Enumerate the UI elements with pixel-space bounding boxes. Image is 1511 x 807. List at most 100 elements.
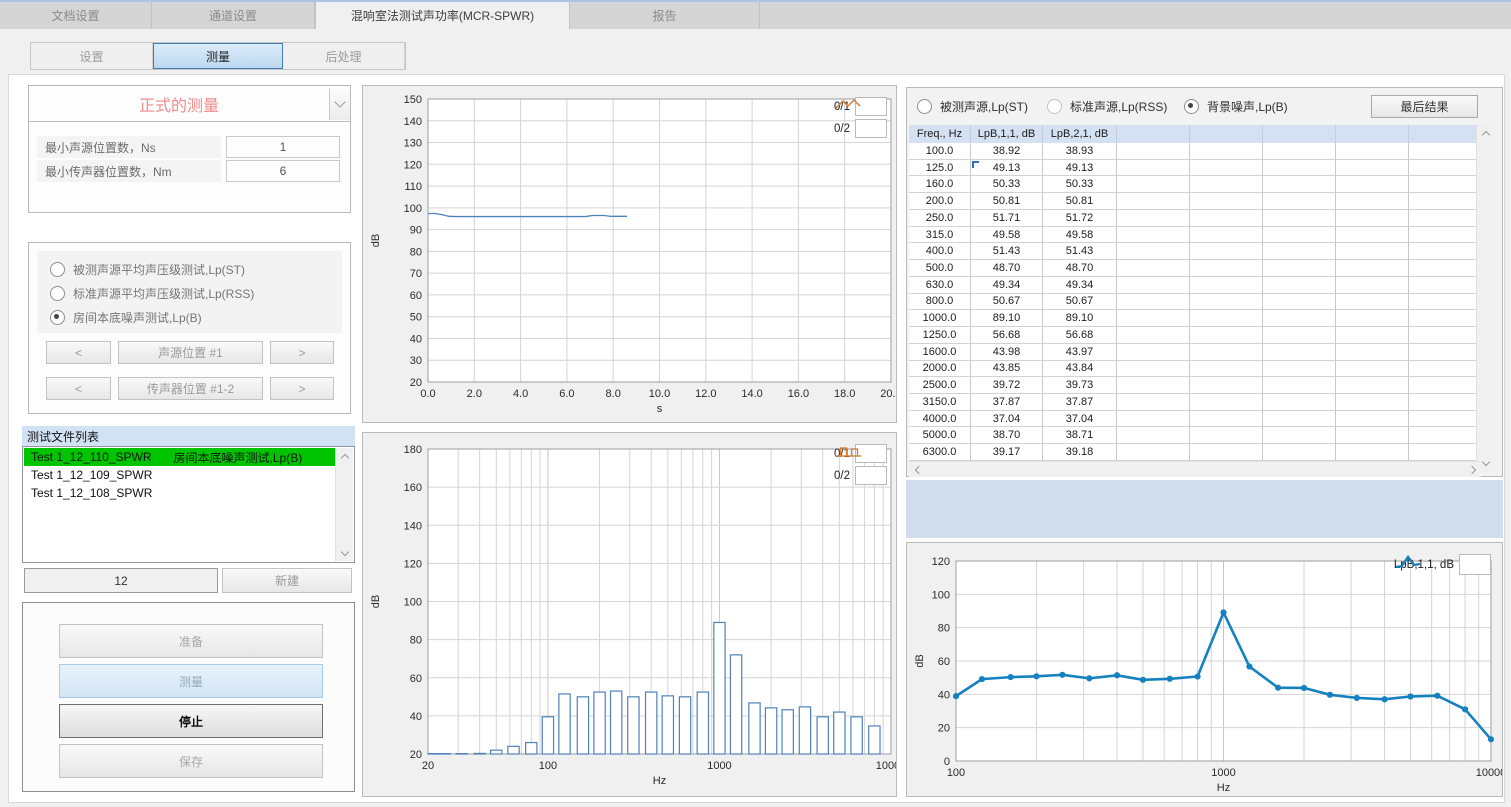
svg-text:s: s (657, 403, 663, 415)
stop-button[interactable]: 停止 (59, 704, 323, 738)
table-cell: 49.13 (1043, 160, 1117, 177)
param-ns-value[interactable]: 1 (226, 136, 340, 158)
table-row[interactable]: 315.049.5849.58 (909, 227, 1481, 244)
test-count-button[interactable]: 12 (24, 568, 218, 593)
radio-lp-st[interactable]: 被测声源平均声压级测试,Lp(ST) (50, 261, 245, 278)
table-cell (1409, 327, 1481, 344)
subtab-measure[interactable]: 测量 (153, 43, 283, 69)
table-cell (1263, 210, 1336, 227)
svg-text:80: 80 (938, 623, 950, 635)
file-list-item[interactable]: Test 1_12_108_SPWR (24, 484, 336, 502)
param-nm-value[interactable]: 6 (226, 160, 340, 182)
table-hscrollbar[interactable] (909, 461, 1481, 477)
column-header (1117, 125, 1190, 143)
radio-icon (50, 310, 65, 325)
mic-position-button[interactable]: 传声器位置 #1-2 (118, 377, 263, 400)
table-cell: 38.92 (971, 143, 1043, 160)
table-cell: 5000.0 (909, 427, 971, 444)
legend-entry: 0/2 (834, 119, 887, 138)
table-row[interactable]: 3150.037.8737.87 (909, 394, 1481, 411)
last-result-button[interactable]: 最后结果 (1371, 95, 1478, 118)
file-list-item[interactable]: Test 1_12_110_SPWR房间本底噪声测试,Lp(B) (24, 448, 336, 466)
source-next-button[interactable]: > (270, 341, 334, 364)
table-cell: 38.93 (1043, 143, 1117, 160)
table-cell (1117, 243, 1190, 260)
radio-background-lp-b[interactable]: 背景噪声,Lp(B) (1184, 98, 1288, 115)
chevron-up-icon (340, 453, 348, 461)
scroll-down-button[interactable] (336, 545, 353, 561)
table-row[interactable]: 1600.043.9843.97 (909, 344, 1481, 361)
svg-text:180: 180 (404, 444, 422, 456)
table-cell (1190, 227, 1263, 244)
table-row[interactable]: 800.050.6750.67 (909, 294, 1481, 311)
radio-lp-b[interactable]: 房间本底噪声测试,Lp(B) (50, 309, 202, 326)
subtab-setup[interactable]: 设置 (31, 43, 153, 69)
new-test-button[interactable]: 新建 (222, 568, 352, 593)
table-row[interactable]: 2500.039.7239.73 (909, 377, 1481, 394)
svg-text:60: 60 (410, 290, 422, 302)
save-button[interactable]: 保存 (59, 744, 323, 778)
tab-report[interactable]: 报告 (570, 2, 760, 29)
svg-text:100: 100 (932, 589, 950, 601)
tab-mcr-spwr[interactable]: 混响室法测试声功率(MCR-SPWR) (315, 2, 570, 29)
table-row[interactable]: 250.051.7151.72 (909, 210, 1481, 227)
file-list-item[interactable]: Test 1_12_109_SPWR (24, 466, 336, 484)
measure-mode-select[interactable]: 正式的测量 (28, 85, 351, 122)
table-cell: 49.58 (1043, 227, 1117, 244)
table-row[interactable]: 1250.056.6856.68 (909, 327, 1481, 344)
scroll-up-button[interactable] (1477, 125, 1494, 141)
measure-button[interactable]: 测量 (59, 664, 323, 698)
scroll-up-button[interactable] (336, 448, 353, 464)
table-cell: 6300.0 (909, 444, 971, 461)
table-cell (1190, 260, 1263, 277)
subtab-postprocess[interactable]: 后处理 (283, 43, 405, 69)
prepare-button[interactable]: 准备 (59, 624, 323, 658)
chevron-right-icon (1467, 465, 1475, 473)
source-position-button[interactable]: 声源位置 #1 (118, 341, 263, 364)
table-row[interactable]: 500.048.7048.70 (909, 260, 1481, 277)
scroll-left-button[interactable] (909, 462, 925, 477)
table-cell (1117, 427, 1190, 444)
table-row[interactable]: 400.051.4351.43 (909, 243, 1481, 260)
svg-text:80: 80 (410, 635, 422, 647)
table-row[interactable]: 2000.043.8543.84 (909, 361, 1481, 378)
table-cell: 50.81 (971, 193, 1043, 210)
table-row[interactable]: 100.038.9238.93 (909, 143, 1481, 160)
svg-text:110: 110 (404, 181, 422, 193)
table-vscrollbar[interactable] (1476, 125, 1494, 471)
table-cell (1336, 176, 1409, 193)
table-cell (1263, 227, 1336, 244)
measure-mode-dropdown-button[interactable] (329, 88, 350, 120)
source-prev-button[interactable]: < (46, 341, 111, 364)
mic-next-button[interactable]: > (270, 377, 334, 400)
table-cell (1336, 310, 1409, 327)
table-row[interactable]: 160.050.3350.33 (909, 176, 1481, 193)
radio-source-lp-rss[interactable]: 标准声源,Lp(RSS) (1047, 98, 1167, 115)
file-list[interactable]: Test 1_12_110_SPWR房间本底噪声测试,Lp(B)Test 1_1… (22, 446, 355, 563)
table-row[interactable]: 1000.089.1089.10 (909, 310, 1481, 327)
table-cell (1190, 193, 1263, 210)
column-header (1336, 125, 1409, 143)
table-cell: 1000.0 (909, 310, 971, 327)
tab-document-settings[interactable]: 文档设置 (0, 2, 152, 29)
table-cell: 200.0 (909, 193, 971, 210)
table-cell (1409, 377, 1481, 394)
table-cell: 2500.0 (909, 377, 971, 394)
table-cell (1336, 210, 1409, 227)
file-list-scrollbar[interactable] (335, 448, 353, 561)
tab-channel-settings[interactable]: 通道设置 (152, 2, 315, 29)
table-row[interactable]: 630.049.3449.34 (909, 277, 1481, 294)
column-header: LpB,1,1, dB (971, 125, 1043, 143)
mic-prev-button[interactable]: < (46, 377, 111, 400)
scroll-right-button[interactable] (1465, 462, 1481, 477)
table-cell: 630.0 (909, 277, 971, 294)
table-row[interactable]: 125.049.1349.13 (909, 160, 1481, 177)
table-cell (1190, 210, 1263, 227)
table-cell: 400.0 (909, 243, 971, 260)
table-row[interactable]: 200.050.8150.81 (909, 193, 1481, 210)
table-row[interactable]: 5000.038.7038.71 (909, 427, 1481, 444)
radio-lp-rss[interactable]: 标准声源平均声压级测试,Lp(RSS) (50, 285, 254, 302)
radio-source-lp-st[interactable]: 被测声源,Lp(ST) (917, 98, 1028, 115)
table-row[interactable]: 4000.037.0437.04 (909, 411, 1481, 428)
table-row[interactable]: 6300.039.1739.18 (909, 444, 1481, 461)
